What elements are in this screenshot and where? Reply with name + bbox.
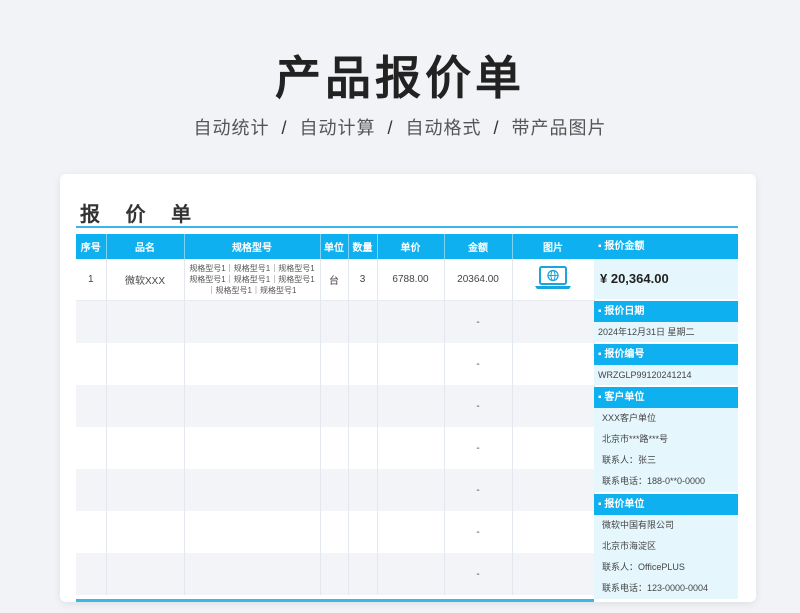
header-index: 序号 (76, 234, 107, 259)
customer-label: ▪ 客户单位 (594, 387, 738, 408)
subtitle: 自动统计 / 自动计算 / 自动格式 / 带产品图片 (0, 114, 800, 140)
customer-phone: 联系电话：188-0**0-0000 (602, 476, 706, 486)
table-header-row: 序号 品名 规格型号 单位 数量 单价 金额 图片 (76, 234, 595, 259)
page-title: 产品报价单 (275, 52, 525, 104)
cell-price[interactable]: 6788.00 (377, 259, 445, 301)
table-row[interactable]: - (76, 553, 595, 595)
code-value: WRZGLP99120241214 (594, 365, 738, 385)
table-row[interactable]: - (76, 427, 595, 469)
subtitle-separator: / (387, 118, 394, 138)
header-picture: 图片 (512, 234, 595, 259)
cell-qty[interactable]: 3 (348, 259, 378, 301)
header-price: 单价 (377, 234, 445, 259)
vendor-info: 微软中国有限公司 北京市海淀区 联系人：OfficePLUS 联系电话：123-… (594, 515, 738, 599)
customer-info: XXX客户单位 北京市***路***号 联系人：张三 联系电话：188-0**0… (594, 408, 738, 492)
total-value: ¥ 20,364.00 (594, 259, 738, 299)
table-bottom-line (76, 599, 594, 602)
laptop-globe-icon (533, 265, 573, 294)
info-panel: ▪ 报价金额 ¥ 20,364.00 ▪ 报价日期 2024年12月31日 星期… (594, 234, 738, 599)
subtitle-separator: / (281, 118, 288, 138)
vendor-phone: 联系电话：123-0000-0004 (602, 583, 709, 593)
quote-card: 报 价 单 序号 品名 规格型号 单位 数量 单价 金额 图片 1 微软XXX … (60, 174, 756, 602)
cell-amount[interactable]: - (444, 511, 513, 553)
cell-amount[interactable]: - (444, 343, 513, 385)
quote-table: 序号 品名 规格型号 单位 数量 单价 金额 图片 1 微软XXX 规格型号1｜… (76, 234, 595, 595)
table-row[interactable]: 1 微软XXX 规格型号1｜规格型号1｜规格型号1 规格型号1｜规格型号1｜规格… (76, 259, 595, 301)
cell-amount[interactable]: - (444, 553, 513, 595)
subtitle-item: 自动计算 (299, 118, 376, 138)
table-row[interactable]: - (76, 300, 595, 343)
cell-amount[interactable]: 20364.00 (444, 259, 513, 301)
customer-name: XXX客户单位 (602, 413, 657, 423)
card-title: 报 价 单 (80, 204, 202, 226)
subtitle-separator: / (493, 118, 500, 138)
cell-spec[interactable]: 规格型号1｜规格型号1｜规格型号1 规格型号1｜规格型号1｜规格型号1 ｜规格型… (184, 259, 321, 301)
subtitle-item: 自动格式 (405, 118, 482, 138)
vendor-contact: 联系人：OfficePLUS (602, 562, 685, 572)
vendor-label: ▪ 报价单位 (594, 494, 738, 515)
table-row[interactable]: - (76, 343, 595, 385)
table-row[interactable]: - (76, 469, 595, 511)
subtitle-item: 自动统计 (193, 118, 270, 138)
date-value: 2024年12月31日 星期二 (594, 322, 738, 342)
table-row[interactable]: - (76, 385, 595, 427)
code-label: ▪ 报价编号 (594, 344, 738, 365)
customer-address: 北京市***路***号 (602, 434, 669, 444)
table-row[interactable]: - (76, 511, 595, 553)
date-label: ▪ 报价日期 (594, 301, 738, 322)
header-unit: 单位 (320, 234, 349, 259)
vendor-address: 北京市海淀区 (602, 541, 657, 551)
header-qty: 数量 (348, 234, 378, 259)
cell-picture[interactable] (512, 259, 595, 301)
header-amount: 金额 (444, 234, 513, 259)
cell-amount[interactable]: - (444, 300, 513, 343)
title-divider (76, 226, 738, 228)
cell-amount[interactable]: - (444, 385, 513, 427)
cell-name[interactable]: 微软XXX (106, 259, 185, 301)
cell-amount[interactable]: - (444, 469, 513, 511)
spec-text: 规格型号1｜规格型号1｜规格型号1 规格型号1｜规格型号1｜规格型号1 ｜规格型… (189, 264, 315, 295)
subtitle-item: 带产品图片 (511, 118, 607, 138)
header-name: 品名 (106, 234, 185, 259)
customer-contact: 联系人：张三 (602, 455, 657, 465)
vendor-name: 微软中国有限公司 (602, 520, 675, 530)
header-spec: 规格型号 (184, 234, 321, 259)
cell-unit[interactable]: 台 (320, 259, 349, 301)
cell-index[interactable]: 1 (76, 259, 107, 301)
total-label: ▪ 报价金额 (594, 234, 738, 259)
cell-amount[interactable]: - (444, 427, 513, 469)
